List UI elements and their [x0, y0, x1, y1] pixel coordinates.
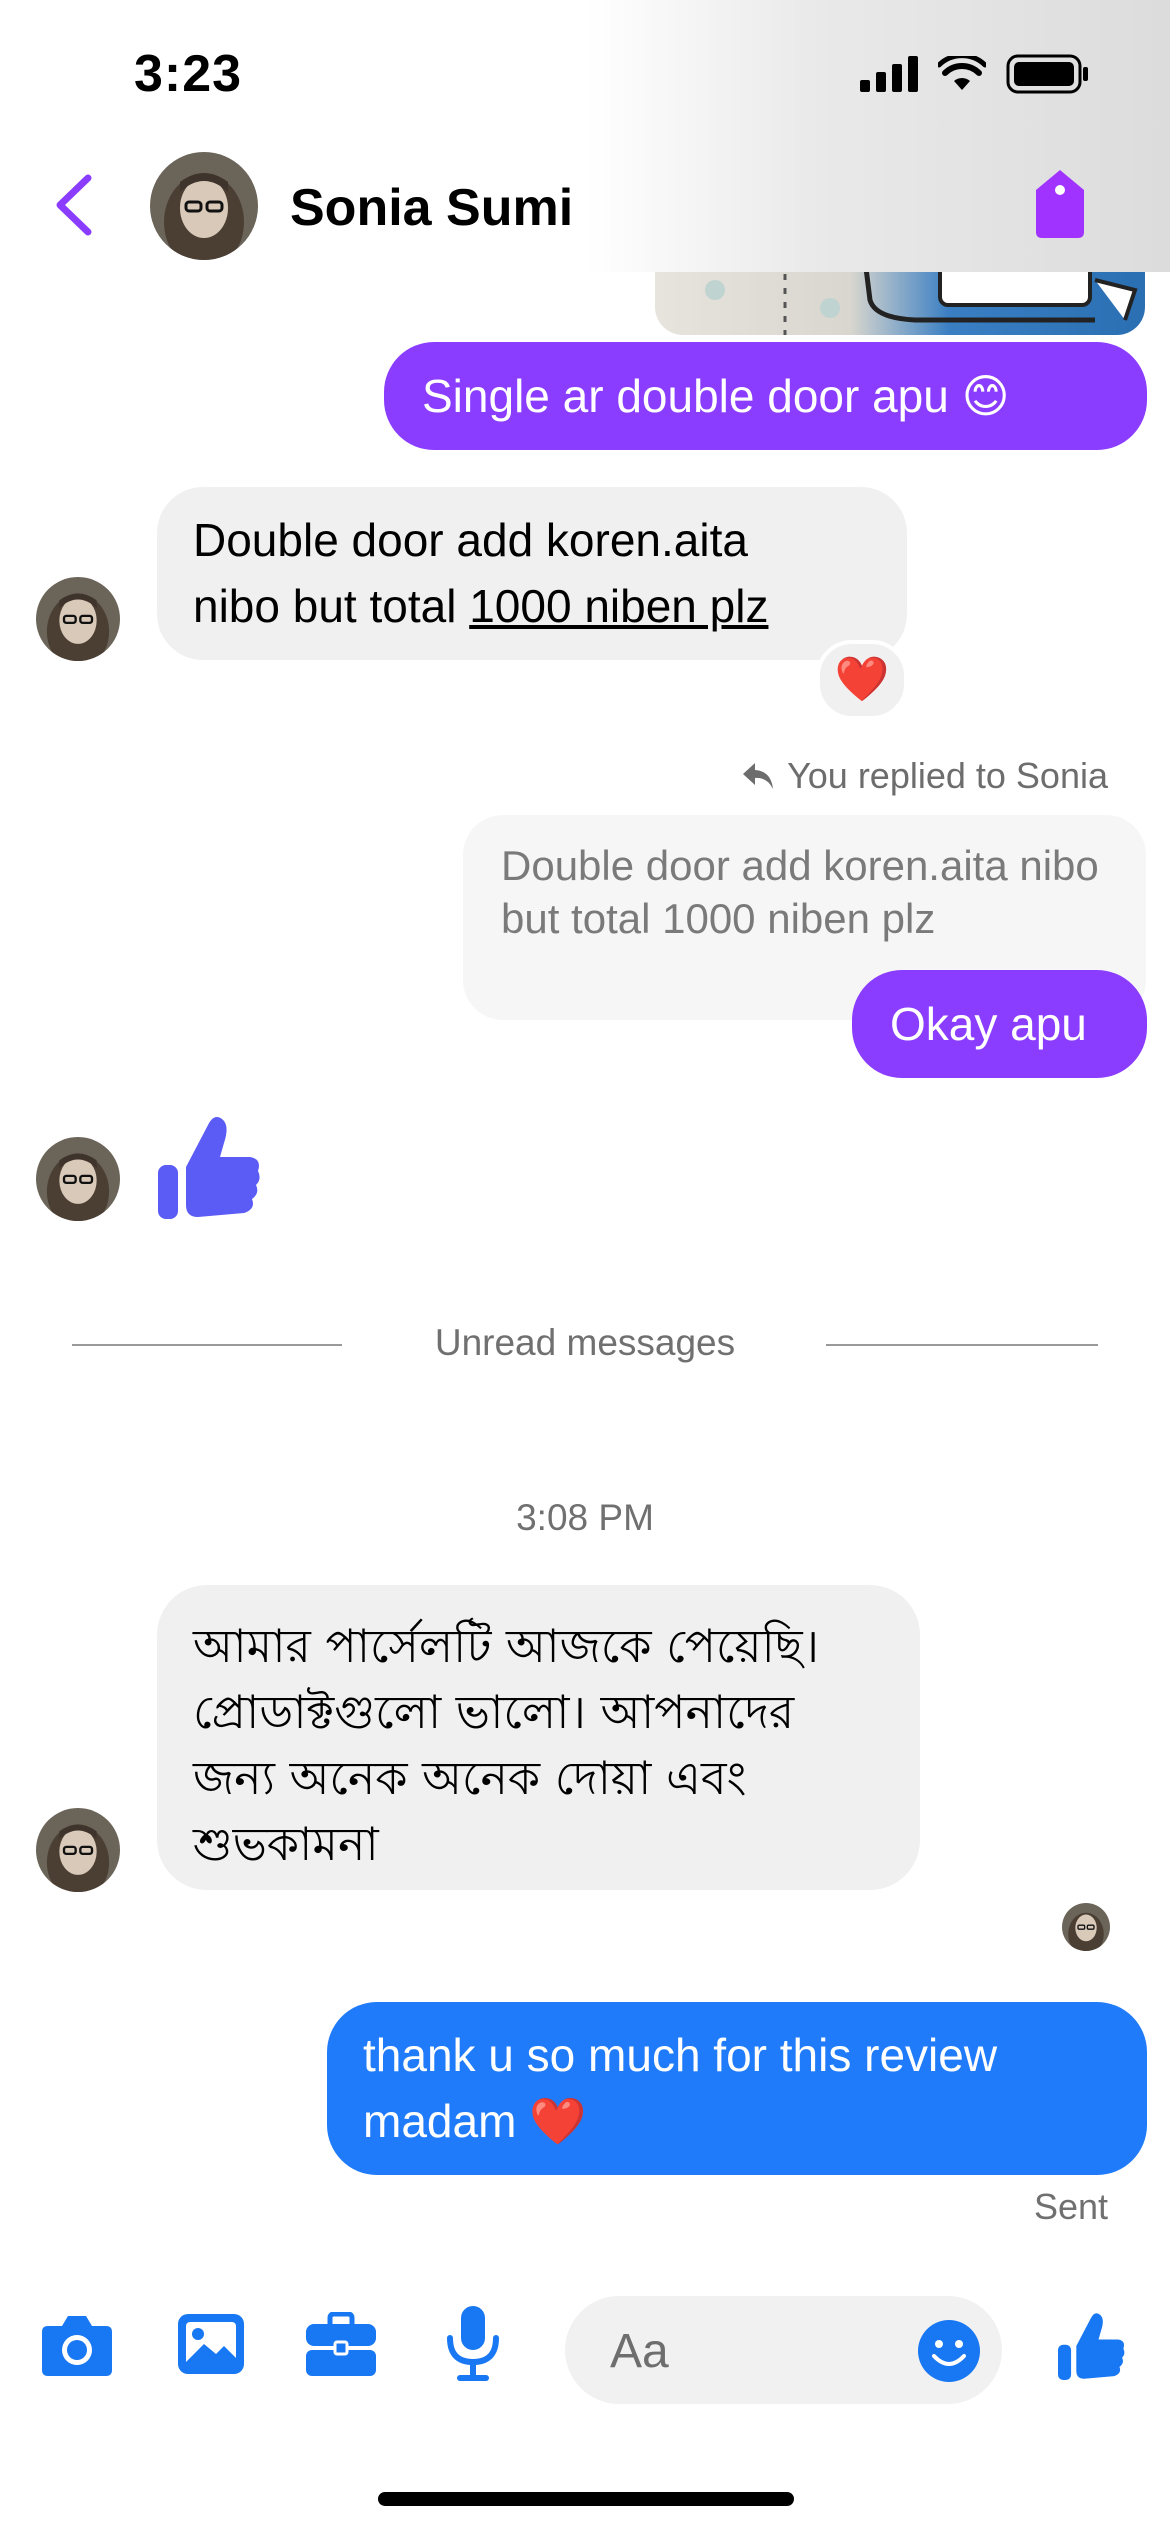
microphone-icon[interactable]	[444, 2304, 502, 2384]
avatar-image	[36, 1137, 120, 1221]
message-text: Single ar double door apu 😊	[422, 370, 1010, 422]
contact-name[interactable]: Sonia Sumi	[290, 178, 573, 238]
reaction-badge[interactable]: ❤️	[816, 640, 908, 720]
message-input-placeholder: Aa	[610, 2325, 669, 2378]
avatar-image	[150, 152, 258, 260]
avatar-image	[1062, 1903, 1110, 1951]
message-text-plain: nibo but total	[193, 580, 470, 632]
avatar-image	[36, 1808, 120, 1892]
message-line-1: Double door add koren.aita	[193, 514, 748, 566]
sent-message-bubble[interactable]: Single ar double door apu 😊	[384, 342, 1147, 450]
unread-divider-label: Unread messages	[434, 1322, 736, 1363]
briefcase-icon[interactable]	[304, 2312, 378, 2378]
avatar-image	[36, 577, 120, 661]
like-button-icon[interactable]	[1058, 2310, 1126, 2382]
tag-icon[interactable]	[1030, 168, 1090, 240]
heart-reaction-icon: ❤️	[834, 655, 890, 704]
photo-gallery-icon[interactable]	[176, 2312, 246, 2376]
back-chevron-icon[interactable]	[50, 170, 100, 240]
emoji-icon[interactable]	[916, 2318, 982, 2384]
message-input[interactable]: Aa	[565, 2296, 1002, 2404]
sender-avatar[interactable]	[36, 1808, 120, 1892]
received-message-bubble[interactable]: Double door add koren.aita nibo but tota…	[157, 487, 907, 660]
message-text: Okay apu	[890, 998, 1087, 1050]
wifi-icon	[938, 56, 986, 90]
sent-status: Sent	[1033, 2186, 1108, 2227]
status-time: 3:23	[134, 45, 243, 103]
message-text: thank u so much for this review madam ❤️	[363, 2029, 998, 2147]
message-text: আমার পার্সেলটি আজকে পেয়েছি। প্রোডাক্টগু…	[193, 1619, 820, 1871]
reply-label: You replied to Sonia	[741, 755, 1108, 797]
read-receipt-avatar	[1062, 1903, 1110, 1951]
message-timestamp: 3:08 PM	[516, 1497, 654, 1538]
divider-line-right	[826, 1344, 1098, 1346]
sender-avatar[interactable]	[36, 577, 120, 661]
header-bar: 3:23 Sonia Sumi	[0, 0, 1170, 272]
sent-message-bubble[interactable]: Okay apu	[852, 970, 1147, 1078]
home-indicator	[378, 2492, 794, 2506]
thumbs-up-icon[interactable]	[158, 1113, 262, 1221]
message-link[interactable]: 1000 niben plz	[469, 580, 768, 632]
received-message-bubble[interactable]: আমার পার্সেলটি আজকে পেয়েছি। প্রোডাক্টগু…	[157, 1585, 920, 1890]
battery-icon	[1006, 54, 1088, 94]
quoted-text: Double door add koren.aita nibo but tota…	[501, 842, 1099, 942]
status-icons	[860, 54, 1090, 94]
sent-message-bubble[interactable]: thank u so much for this review madam ❤️	[327, 2002, 1147, 2175]
camera-icon[interactable]	[40, 2312, 114, 2378]
reply-label-text: You replied to Sonia	[787, 755, 1108, 796]
sender-avatar[interactable]	[36, 1137, 120, 1221]
message-line-2: nibo but total 1000 niben plz	[193, 573, 871, 639]
contact-avatar[interactable]	[150, 152, 258, 260]
signal-icon	[860, 56, 918, 92]
reply-arrow-icon	[743, 763, 774, 789]
